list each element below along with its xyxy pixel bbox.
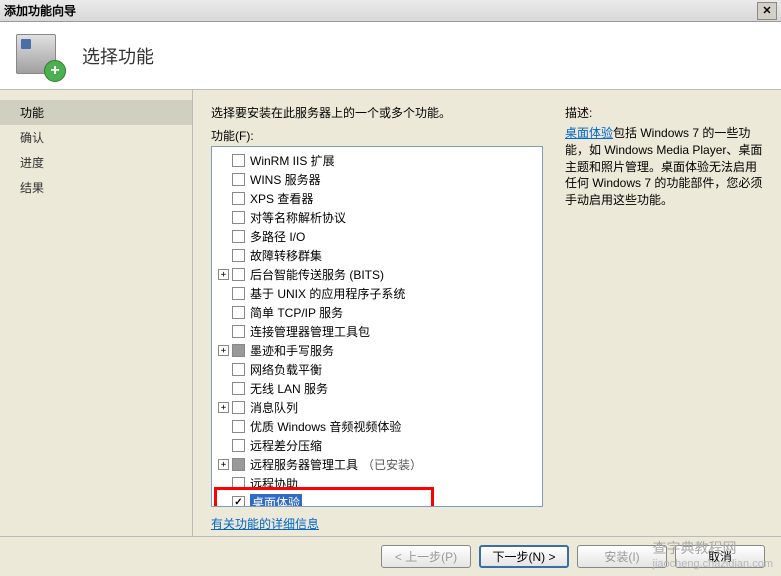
feature-label: 墨迹和手写服务	[250, 342, 334, 359]
wizard-header: + 选择功能	[0, 22, 781, 90]
description-body: 桌面体验包括 Windows 7 的一些功能，如 Windows Media P…	[565, 125, 763, 209]
feature-checkbox[interactable]	[232, 173, 245, 186]
feature-row[interactable]: + 墨迹和手写服务	[214, 341, 540, 360]
feature-checkbox[interactable]	[232, 306, 245, 319]
feature-checkbox[interactable]	[232, 268, 245, 281]
feature-row[interactable]: 远程差分压缩	[214, 436, 540, 455]
feature-label: 远程服务器管理工具	[250, 456, 358, 473]
prev-button[interactable]: < 上一步(P)	[381, 545, 471, 568]
nav-item-0[interactable]: 功能	[0, 100, 192, 125]
feature-checkbox[interactable]	[232, 344, 245, 357]
wizard-nav: 功能确认进度结果	[0, 90, 192, 536]
feature-row[interactable]: 优质 Windows 音频视频体验	[214, 417, 540, 436]
feature-label: 网络负载平衡	[250, 361, 322, 378]
feature-label: 后台智能传送服务 (BITS)	[250, 266, 384, 283]
feature-label: WinRM IIS 扩展	[250, 152, 335, 169]
plus-badge-icon: +	[44, 60, 66, 82]
feature-label: 远程协助	[250, 475, 298, 492]
feature-label: 优质 Windows 音频视频体验	[250, 418, 401, 435]
feature-label: 远程差分压缩	[250, 437, 322, 454]
cancel-button[interactable]: 取消	[675, 545, 765, 568]
feature-row[interactable]: 基于 UNIX 的应用程序子系统	[214, 284, 540, 303]
feature-checkbox[interactable]	[232, 439, 245, 452]
page-title: 选择功能	[82, 43, 154, 69]
feature-checkbox[interactable]	[232, 363, 245, 376]
nav-item-3[interactable]: 结果	[0, 175, 192, 200]
feature-checkbox[interactable]	[232, 154, 245, 167]
content-panel: 选择要安装在此服务器上的一个或多个功能。 功能(F): WinRM IIS 扩展…	[192, 90, 781, 536]
feature-row[interactable]: 连接管理器管理工具包	[214, 322, 540, 341]
expand-icon[interactable]: +	[218, 345, 229, 356]
features-label: 功能(F):	[211, 127, 543, 144]
button-row: < 上一步(P) 下一步(N) > 安装(I) 取消	[0, 536, 781, 576]
description-label: 描述:	[565, 104, 763, 121]
feature-row[interactable]: + 后台智能传送服务 (BITS)	[214, 265, 540, 284]
feature-row[interactable]: WinRM IIS 扩展	[214, 151, 540, 170]
feature-label: 多路径 I/O	[250, 228, 305, 245]
feature-label: 故障转移群集	[250, 247, 322, 264]
feature-label: 消息队列	[250, 399, 298, 416]
nav-item-2[interactable]: 进度	[0, 150, 192, 175]
instruction-text: 选择要安装在此服务器上的一个或多个功能。	[211, 104, 543, 121]
expand-icon[interactable]: +	[218, 402, 229, 413]
feature-label: 桌面体验	[250, 494, 302, 507]
feature-checkbox[interactable]	[232, 496, 245, 507]
feature-label: WINS 服务器	[250, 171, 321, 188]
feature-row[interactable]: XPS 查看器	[214, 189, 540, 208]
feature-checkbox[interactable]	[232, 401, 245, 414]
feature-row[interactable]: 网络负载平衡	[214, 360, 540, 379]
feature-row[interactable]: 桌面体验	[214, 493, 540, 507]
feature-checkbox[interactable]	[232, 325, 245, 338]
feature-row[interactable]: 故障转移群集	[214, 246, 540, 265]
feature-row[interactable]: + 消息队列	[214, 398, 540, 417]
feature-row[interactable]: WINS 服务器	[214, 170, 540, 189]
feature-row[interactable]: 无线 LAN 服务	[214, 379, 540, 398]
installed-suffix: （已安装）	[362, 456, 422, 473]
expand-icon[interactable]: +	[218, 459, 229, 470]
feature-row[interactable]: 远程协助	[214, 474, 540, 493]
install-button[interactable]: 安装(I)	[577, 545, 667, 568]
feature-checkbox[interactable]	[232, 458, 245, 471]
close-button[interactable]: ✕	[757, 2, 777, 20]
feature-checkbox[interactable]	[232, 420, 245, 433]
nav-item-1[interactable]: 确认	[0, 125, 192, 150]
feature-label: 简单 TCP/IP 服务	[250, 304, 343, 321]
feature-checkbox[interactable]	[232, 382, 245, 395]
feature-list[interactable]: WinRM IIS 扩展 WINS 服务器 XPS 查看器对等名称解析协议多路径 I…	[211, 146, 543, 507]
feature-checkbox[interactable]	[232, 477, 245, 490]
expand-icon[interactable]: +	[218, 269, 229, 280]
feature-checkbox[interactable]	[232, 287, 245, 300]
feature-label: XPS 查看器	[250, 190, 313, 207]
feature-row[interactable]: 多路径 I/O	[214, 227, 540, 246]
feature-row[interactable]: 简单 TCP/IP 服务	[214, 303, 540, 322]
feature-row[interactable]: + 远程服务器管理工具（已安装）	[214, 455, 540, 474]
feature-checkbox[interactable]	[232, 249, 245, 262]
description-link[interactable]: 桌面体验	[565, 126, 613, 140]
feature-label: 基于 UNIX 的应用程序子系统	[250, 285, 405, 302]
more-info-link[interactable]: 有关功能的详细信息	[211, 515, 543, 532]
feature-label: 连接管理器管理工具包	[250, 323, 370, 340]
feature-label: 无线 LAN 服务	[250, 380, 328, 397]
feature-checkbox[interactable]	[232, 211, 245, 224]
titlebar: 添加功能向导 ✕	[0, 0, 781, 22]
feature-checkbox[interactable]	[232, 230, 245, 243]
window-title: 添加功能向导	[4, 2, 757, 19]
wizard-icon: +	[16, 32, 64, 80]
feature-row[interactable]: 对等名称解析协议	[214, 208, 540, 227]
next-button[interactable]: 下一步(N) >	[479, 545, 569, 568]
feature-label: 对等名称解析协议	[250, 209, 346, 226]
feature-checkbox[interactable]	[232, 192, 245, 205]
